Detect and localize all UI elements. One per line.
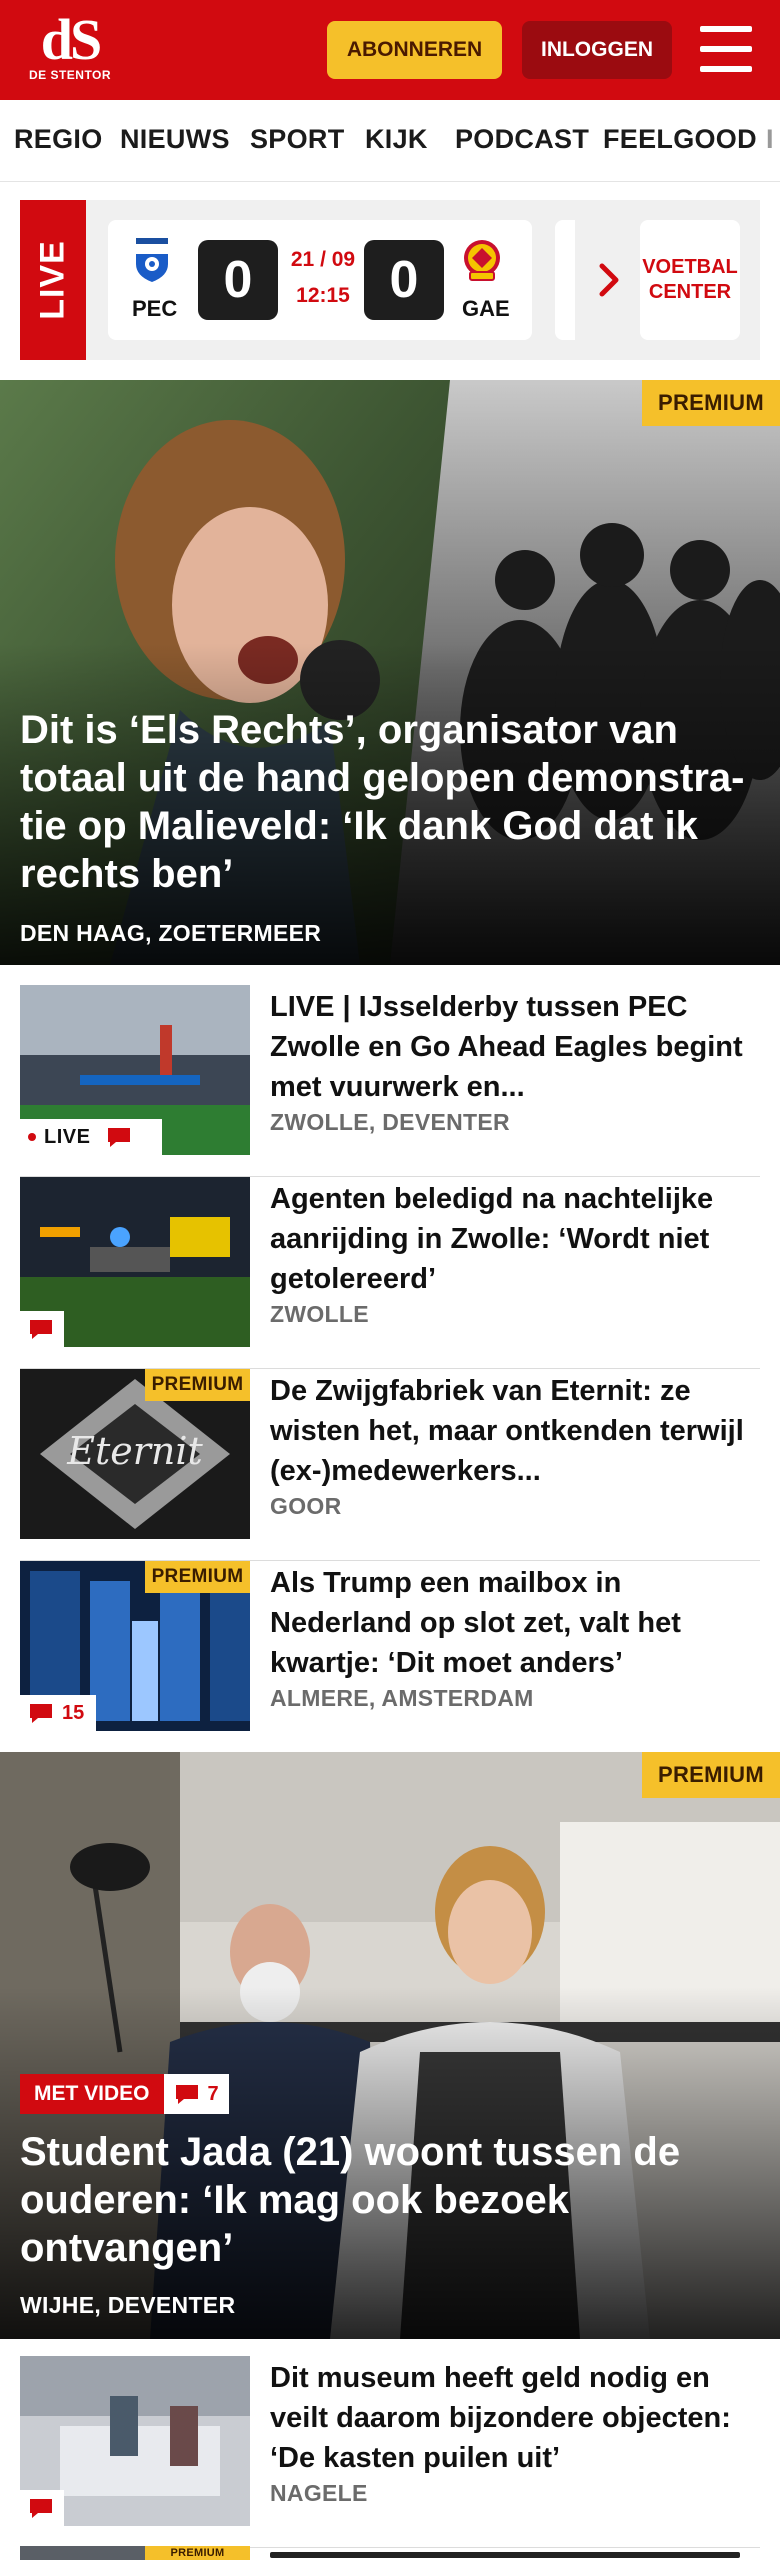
match-card[interactable]: PEC 0 21 / 09 12:15 0 GAE (108, 220, 532, 340)
featured-location: WIJHE, DEVENTER (20, 2292, 236, 2318)
subscribe-button[interactable]: ABONNEREN (327, 21, 502, 79)
home-score: 0 (198, 240, 278, 320)
hero-title[interactable]: Dit is ‘Els Rechts’, organisator van tot… (20, 706, 765, 898)
logo-mark: dS (40, 7, 103, 72)
list-item[interactable]: PREMIUM 15 Als Trump een mailbox in Nede… (20, 1561, 760, 1753)
match-date: 21 / 09 (290, 248, 356, 271)
chevron-right-icon[interactable] (588, 258, 632, 302)
article-title[interactable]: Agenten beledigd na nachtelijke aanrijdi… (270, 1179, 750, 1299)
away-team-label: GAE (462, 296, 510, 321)
live-tag: LIVE (20, 200, 86, 360)
premium-badge: PREMIUM (642, 380, 780, 426)
login-button[interactable]: INLOGGEN (522, 21, 672, 79)
live-score-bar: LIVE PEC 0 21 / 09 12:15 0 GAE VOETBAL CE… (20, 200, 760, 360)
list-item[interactable]: Eternit PREMIUM De Zwijgfabriek van Eter… (20, 1369, 760, 1561)
article-thumbnail: LIVE (20, 985, 250, 1155)
nav-item-feelgood[interactable]: FEELGOOD (603, 124, 757, 155)
logo-subtitle: DE STENTOR (28, 68, 112, 82)
site-logo[interactable]: dS DE STENTOR (28, 7, 112, 88)
site-header: dS DE STENTOR ABONNEREN INLOGGEN (0, 0, 780, 100)
go-ahead-eagles-crest-icon (464, 240, 500, 281)
article-location: NAGELE (270, 2480, 368, 2506)
article-thumbnail: PREMIUM 15 (20, 1561, 250, 1731)
hero-location: DEN HAAG, ZOETERMEER (20, 920, 322, 946)
nav-item-sport[interactable]: SPORT (250, 124, 345, 155)
article-thumbnail (20, 1177, 250, 1347)
partial-article-thumbnail[interactable]: PREMIUM (20, 2546, 250, 2560)
comment-box: 15 (20, 1695, 96, 1731)
nav-item-podcast[interactable]: PODCAST (455, 124, 589, 155)
nav-item-kijk[interactable]: KIJK (365, 124, 428, 155)
voetbal-center-link[interactable]: VOETBAL CENTER (640, 220, 740, 340)
pec-zwolle-crest-icon (136, 238, 168, 282)
match-time: 12:15 (296, 284, 350, 307)
comment-count: 7 (207, 2082, 219, 2105)
article-title[interactable]: De Zwijgfabriek van Eternit: ze wisten h… (270, 1371, 750, 1491)
comment-icon (175, 2085, 198, 2104)
list-item[interactable]: Agenten beledigd na nachtelijke aanrijdi… (20, 1177, 760, 1369)
menu-icon[interactable] (700, 26, 752, 72)
live-dot (28, 1133, 36, 1141)
comment-icon (30, 1704, 52, 1723)
nav-item-nieuws[interactable]: NIEUWS (120, 124, 230, 155)
article-thumbnail (20, 2356, 250, 2526)
article-location: GOOR (270, 1493, 342, 1519)
partial-article-title[interactable] (270, 2546, 760, 2560)
featured-title[interactable]: Student Jada (21) woont tussen de oudere… (20, 2128, 760, 2272)
voetbal-center-line1: VOETBAL (642, 256, 738, 278)
article-location: ZWOLLE (270, 1301, 369, 1327)
list-item[interactable]: Dit museum heeft geld nodig en veilt daa… (20, 2356, 760, 2548)
eternit-logo-text: Eternit (67, 1429, 203, 1473)
comment-icon (108, 1128, 131, 1147)
premium-badge: PREMIUM (145, 2546, 250, 2560)
premium-badge: PREMIUM (145, 1561, 250, 1593)
nav-item-overflow[interactable]: I (766, 124, 774, 155)
comment-box (20, 2490, 64, 2526)
list-item[interactable]: LIVE LIVE | IJsselderby tussen PEC Zwoll… (20, 985, 760, 1177)
article-title[interactable]: Dit museum heeft geld nodig en veilt daa… (270, 2358, 750, 2478)
video-label: MET VIDEO (20, 2074, 164, 2114)
article-title[interactable]: LIVE | IJsselderby tussen PEC Zwolle en … (270, 987, 750, 1107)
comment-count: 15 (62, 1701, 85, 1724)
article-thumbnail: Eternit PREMIUM (20, 1369, 250, 1539)
home-team-label: PEC (132, 296, 178, 321)
premium-badge: PREMIUM (642, 1752, 780, 1798)
nav-item-regio[interactable]: REGIO (14, 124, 103, 155)
section-nav: REGIO NIEUWS SPORT KIJK PODCAST FEELGOOD… (0, 100, 780, 182)
live-label: LIVE (44, 1125, 91, 1148)
comment-box: 7 (163, 2074, 229, 2114)
voetbal-center-line2: CENTER (648, 281, 732, 303)
hero-article[interactable]: PREMIUM Dit is ‘Els Rechts’, organisator… (0, 380, 780, 965)
premium-badge: PREMIUM (145, 1369, 250, 1401)
comment-icon (30, 1320, 52, 1339)
comment-icon (30, 2499, 52, 2518)
comment-box (20, 1311, 64, 1347)
article-location: ALMERE, AMSTERDAM (270, 1685, 534, 1711)
live-comment-box: LIVE (20, 1119, 162, 1155)
away-score: 0 (364, 240, 444, 320)
live-tag-label: LIVE (33, 240, 72, 320)
article-title[interactable]: Als Trump een mailbox in Nederland op sl… (270, 1563, 750, 1683)
next-match-card[interactable] (555, 220, 575, 340)
video-badge: MET VIDEO 7 (20, 2074, 229, 2114)
article-location: ZWOLLE, DEVENTER (270, 1109, 510, 1135)
featured-article[interactable]: PREMIUM MET VIDEO 7 Student Jada (21) wo… (0, 1752, 780, 2339)
